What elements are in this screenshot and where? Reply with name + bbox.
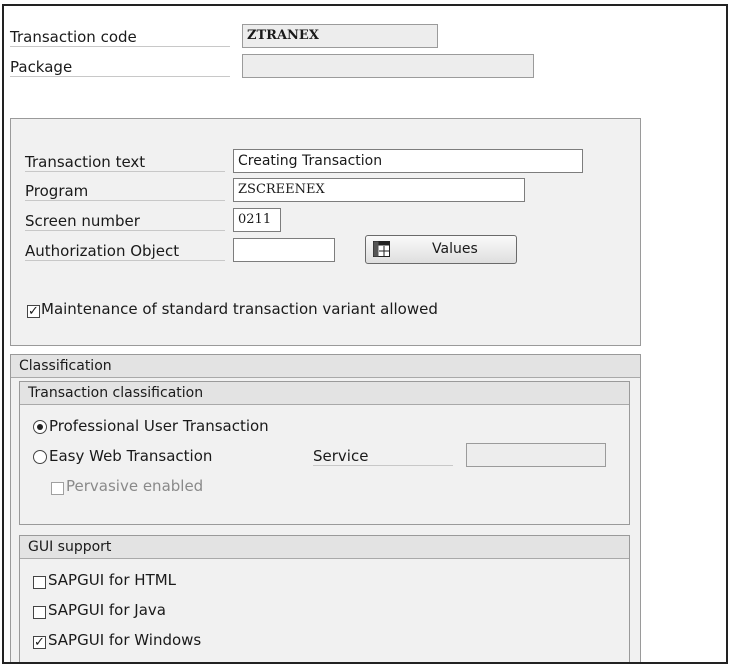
service-field[interactable] bbox=[466, 443, 606, 467]
sapgui-windows-checkbox[interactable]: ✓ bbox=[33, 636, 46, 649]
gui-support-title: GUI support bbox=[20, 536, 629, 559]
gui-support-group: GUI support SAPGUI for HTML SAPGUI for J… bbox=[19, 535, 630, 662]
program-label: Program bbox=[25, 182, 225, 201]
screen-number-field[interactable]: 0211 bbox=[233, 208, 281, 232]
transaction-classification-group: Transaction classification Professional … bbox=[19, 381, 630, 525]
transaction-maintenance-screen: Transaction code ZTRANEX Package Transac… bbox=[2, 4, 728, 664]
auth-object-label: Authorization Object bbox=[25, 242, 225, 261]
maintenance-checkbox[interactable]: ✓ bbox=[27, 305, 40, 318]
pervasive-label: Pervasive enabled bbox=[66, 477, 204, 495]
pervasive-checkbox[interactable] bbox=[51, 482, 64, 495]
auth-object-field[interactable] bbox=[233, 238, 335, 262]
table-grid-icon bbox=[373, 241, 390, 257]
sapgui-windows-label: SAPGUI for Windows bbox=[48, 631, 202, 649]
package-label: Package bbox=[10, 58, 230, 77]
transaction-text-label: Transaction text bbox=[25, 153, 225, 172]
sapgui-html-label: SAPGUI for HTML bbox=[48, 571, 177, 589]
values-button-label: Values bbox=[432, 241, 478, 257]
professional-user-label: Professional User Transaction bbox=[49, 417, 269, 435]
package-field[interactable] bbox=[242, 54, 534, 78]
screen-number-label: Screen number bbox=[25, 212, 225, 231]
professional-user-radio[interactable] bbox=[33, 420, 47, 434]
transaction-details-group: Transaction text Creating Transaction Pr… bbox=[10, 118, 641, 346]
maintenance-label: Maintenance of standard transaction vari… bbox=[41, 300, 438, 318]
program-field[interactable]: ZSCREENEX bbox=[233, 178, 525, 202]
sapgui-java-checkbox[interactable] bbox=[33, 606, 46, 619]
transaction-text-field[interactable]: Creating Transaction bbox=[233, 149, 583, 173]
easy-web-label: Easy Web Transaction bbox=[49, 447, 213, 465]
classification-title: Classification bbox=[11, 355, 640, 378]
sapgui-html-checkbox[interactable] bbox=[33, 576, 46, 589]
service-label: Service bbox=[313, 447, 453, 466]
sapgui-java-label: SAPGUI for Java bbox=[48, 601, 166, 619]
easy-web-radio[interactable] bbox=[33, 450, 47, 464]
transaction-code-label: Transaction code bbox=[10, 28, 230, 47]
values-button[interactable]: Values bbox=[365, 235, 517, 264]
classification-group: Classification Transaction classificatio… bbox=[10, 354, 641, 662]
transaction-classification-title: Transaction classification bbox=[20, 382, 629, 405]
transaction-code-field[interactable]: ZTRANEX bbox=[242, 24, 438, 48]
